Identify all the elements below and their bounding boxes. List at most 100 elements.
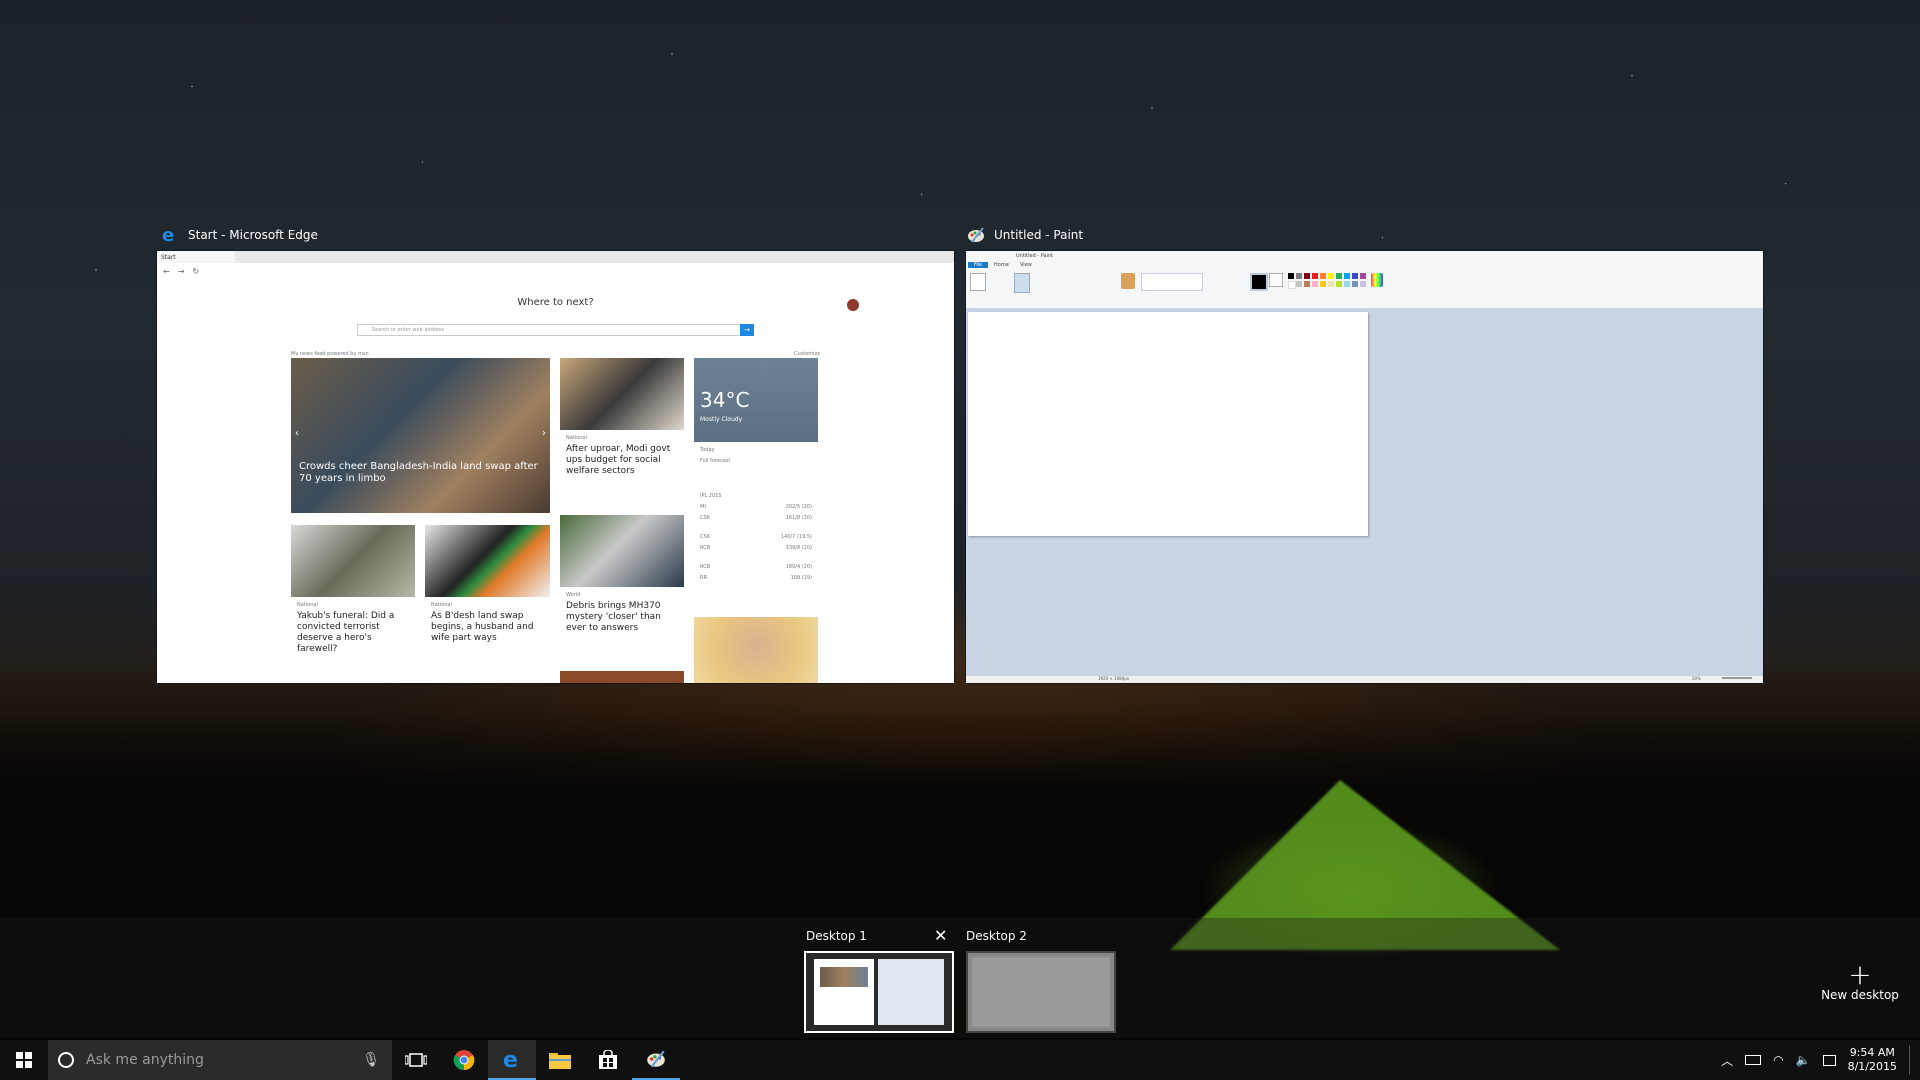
palette-swatch[interactable] — [1312, 273, 1318, 279]
score-value: 139/8 (20) — [785, 545, 812, 551]
select-button[interactable] — [1014, 273, 1030, 293]
tools-group[interactable] — [1066, 273, 1094, 291]
palette-swatch[interactable] — [1288, 281, 1296, 289]
story6-image[interactable] — [694, 617, 818, 683]
palette-swatch[interactable] — [1320, 281, 1326, 287]
story2-card[interactable]: National After uproar, Modi govt ups bud… — [560, 430, 684, 506]
weather-card[interactable]: 34°C Mostly Cloudy — [694, 358, 818, 442]
score-team: MI — [700, 504, 706, 510]
palette-swatch[interactable] — [1344, 273, 1350, 279]
paint-view-tab[interactable]: View — [1020, 262, 1032, 268]
paste-button[interactable] — [970, 273, 986, 291]
desktop2-thumbnail[interactable] — [966, 951, 1116, 1033]
forward-icon[interactable]: → — [178, 267, 185, 276]
hero-story[interactable]: Crowds cheer Bangladesh-India land swap … — [291, 358, 550, 513]
palette-swatch[interactable] — [1304, 281, 1310, 287]
story4-image[interactable] — [425, 525, 550, 597]
back-icon[interactable]: ← — [163, 267, 170, 276]
edge-go-button[interactable]: → — [740, 324, 754, 336]
svg-text:e: e — [503, 1048, 518, 1070]
desktop1-thumbnail[interactable] — [804, 951, 954, 1033]
task-view-icon — [405, 1053, 427, 1067]
palette-swatch[interactable] — [1328, 281, 1334, 287]
palette-swatch[interactable] — [1352, 281, 1358, 287]
close-icon[interactable]: ✕ — [934, 926, 947, 945]
story7-image[interactable] — [560, 671, 684, 683]
edge-window-title[interactable]: e Start - Microsoft Edge — [160, 224, 318, 246]
paint-window-thumbnail[interactable]: Untitled - Paint File Home View 1920 × 1… — [966, 251, 1763, 683]
palette-swatch[interactable] — [1360, 273, 1366, 279]
task-view-button[interactable] — [392, 1040, 440, 1080]
svg-text:e: e — [162, 226, 174, 244]
battery-icon[interactable] — [1745, 1055, 1762, 1065]
story5-image[interactable] — [560, 515, 684, 587]
carousel-next-icon[interactable]: › — [542, 428, 546, 439]
palette-swatch[interactable] — [1344, 281, 1350, 287]
paint-zoom-slider[interactable] — [1722, 677, 1752, 679]
palette-swatch[interactable] — [1352, 273, 1358, 279]
carousel-prev-icon[interactable]: ‹ — [295, 428, 299, 439]
color1-button[interactable] — [1250, 273, 1268, 291]
folder-icon — [549, 1053, 571, 1069]
palette-swatch[interactable] — [1360, 281, 1366, 287]
paint-taskbar-button[interactable] — [632, 1040, 680, 1080]
score-row: CSK 161/8 (20) — [700, 513, 812, 524]
story3-card[interactable]: National Yakub's funeral: Did a convicte… — [291, 597, 415, 679]
size-button[interactable] — [1231, 273, 1243, 289]
weather-forecast-card[interactable]: Today Full forecast — [694, 442, 818, 474]
cortana-search-box[interactable]: Ask me anything 🎙 — [48, 1040, 392, 1080]
story2-image[interactable] — [560, 358, 684, 430]
palette-swatch[interactable] — [1312, 281, 1318, 287]
edit-colors-button[interactable] — [1371, 273, 1383, 287]
start-button[interactable] — [0, 1040, 48, 1080]
microphone-icon[interactable]: 🎙 — [362, 1052, 380, 1068]
wifi-icon[interactable]: ◠ — [1773, 1053, 1783, 1067]
weather-condition: Mostly Cloudy — [700, 416, 743, 423]
file-explorer-taskbar-button[interactable] — [536, 1040, 584, 1080]
edge-window-thumbnail[interactable]: Start ← → ↻ Where to next? Search or ent… — [157, 251, 954, 683]
chrome-taskbar-button[interactable] — [440, 1040, 488, 1080]
edge-tab[interactable]: Start — [157, 251, 235, 263]
paint-icon — [647, 1050, 665, 1068]
score-team: RCB — [700, 545, 711, 551]
action-center-icon[interactable] — [1822, 1054, 1836, 1066]
desktop1-label[interactable]: Desktop 1 — [806, 929, 867, 943]
edge-search-input[interactable]: Search or enter web address — [357, 324, 752, 336]
desktop2-label[interactable]: Desktop 2 — [966, 929, 1027, 943]
new-desktop-button[interactable]: + New desktop — [1818, 961, 1902, 1003]
story4-card[interactable]: National As B'desh land swap begins, a h… — [425, 597, 550, 679]
brushes-button[interactable] — [1121, 273, 1135, 289]
palette-swatch[interactable] — [1288, 273, 1294, 279]
cortana-search-placeholder: Ask me anything — [86, 1052, 204, 1068]
paint-canvas[interactable] — [968, 312, 1368, 536]
palette-swatch[interactable] — [1336, 281, 1342, 287]
palette-swatch[interactable] — [1320, 273, 1326, 279]
edge-nav-bar: ← → ↻ — [157, 263, 954, 279]
edge-taskbar-button[interactable]: e — [488, 1040, 536, 1080]
palette-swatch[interactable] — [1336, 273, 1342, 279]
paint-file-tab[interactable]: File — [968, 262, 988, 268]
ipl-scores-card[interactable]: IPL 2015 MI 202/5 (20) CSK 161/8 (20) CSK 1… — [694, 488, 818, 606]
paint-window-title[interactable]: Untitled - Paint — [966, 224, 1083, 246]
weather-full-forecast[interactable]: Full forecast — [700, 456, 812, 467]
chevron-up-icon[interactable]: ︿ — [1721, 1052, 1733, 1069]
store-taskbar-button[interactable] — [584, 1040, 632, 1080]
palette-swatch[interactable] — [1296, 273, 1302, 279]
shapes-gallery[interactable] — [1141, 273, 1203, 291]
avatar[interactable] — [847, 299, 859, 311]
palette-swatch[interactable] — [1304, 273, 1310, 279]
story5-card[interactable]: World Debris brings MH370 mystery 'close… — [560, 587, 684, 667]
story3-image[interactable] — [291, 525, 415, 597]
desktop1-mini-hero — [820, 967, 868, 987]
show-desktop-button[interactable] — [1909, 1045, 1910, 1075]
score-value: 202/5 (20) — [785, 504, 812, 510]
feed-label-text: My news feed — [291, 351, 326, 357]
score-row: MI 202/5 (20) — [700, 502, 812, 513]
volume-icon[interactable]: 🔈 — [1796, 1053, 1811, 1067]
refresh-icon[interactable]: ↻ — [192, 267, 199, 276]
clock[interactable]: 9:54 AM 8/1/2015 — [1848, 1046, 1897, 1074]
paint-home-tab[interactable]: Home — [994, 262, 1009, 268]
palette-swatch[interactable] — [1296, 281, 1302, 287]
palette-swatch[interactable] — [1328, 273, 1334, 279]
color2-button[interactable] — [1269, 273, 1283, 287]
